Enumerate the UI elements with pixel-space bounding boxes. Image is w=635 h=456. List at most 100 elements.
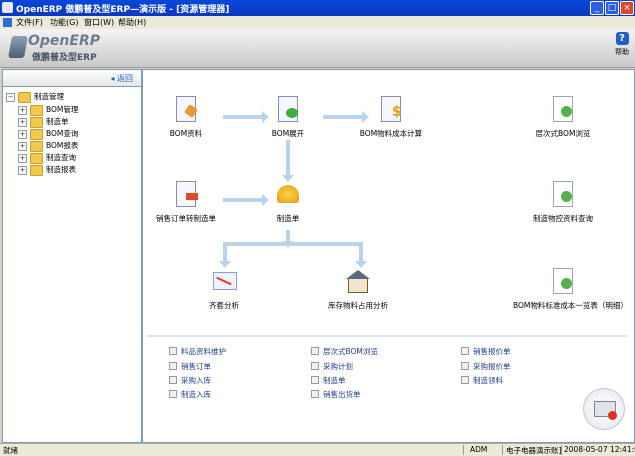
link-bullet-icon xyxy=(169,390,177,398)
flow-node-label: BOM物料标准成本一览表（明细） xyxy=(513,301,628,310)
quick-link[interactable]: 销售订单 xyxy=(169,361,211,372)
expand-toggle[interactable]: + xyxy=(18,166,27,175)
menu-file[interactable]: 文件(F) xyxy=(16,17,43,28)
expand-toggle[interactable]: + xyxy=(18,142,27,151)
title-bar: OpenERP 傲鹏普及型ERP—演示版 - [资源管理器] _ □ × xyxy=(0,0,635,16)
divider xyxy=(147,335,627,337)
notification-badge-icon xyxy=(608,411,617,420)
flow-node-mo[interactable]: 制造单 xyxy=(238,181,338,224)
tree-item-label: BOM查询 xyxy=(46,129,79,138)
status-datetime: 2008-05-07 12:41:04 xyxy=(564,445,635,454)
folder-icon xyxy=(30,117,43,128)
menu-bar: 文件(F) 功能(G) 窗口(W) 帮助(H) xyxy=(0,16,635,29)
app-header: OpenERP 傲鹏普及型ERP ? 帮助 xyxy=(0,29,635,68)
quick-link[interactable]: 销售出货单 xyxy=(311,389,361,400)
quick-link[interactable]: 采购报价单 xyxy=(461,361,511,372)
roof-icon xyxy=(346,270,370,279)
flow-node-label: BOM资料 xyxy=(169,129,203,138)
tree-item-label: BOM管理 xyxy=(46,105,79,114)
logo-text: OpenERP xyxy=(28,33,100,49)
link-bullet-icon xyxy=(311,347,319,355)
collapse-toggle[interactable]: − xyxy=(6,93,15,102)
flow-node-label: 销售订单转制造单 xyxy=(156,214,216,223)
quick-link[interactable]: 层次式BOM浏览 xyxy=(311,346,378,357)
flow-panel: BOM资料 BOM展开 $ BOM物料成本计算 层次式BOM浏览 销售订单转制造… xyxy=(142,69,635,443)
quick-link-label: 制造单 xyxy=(323,376,346,385)
flow-node-label: BOM物料成本计算 xyxy=(359,129,423,138)
link-bullet-icon xyxy=(169,347,177,355)
flow-node-bom-cost[interactable]: $ BOM物料成本计算 xyxy=(341,96,441,139)
quick-link[interactable]: 制造入库 xyxy=(169,389,211,400)
red-arrow-icon xyxy=(186,193,198,200)
expand-toggle[interactable]: + xyxy=(18,106,27,115)
quick-link-label: 制造领料 xyxy=(473,376,503,385)
help-icon: ? xyxy=(615,32,629,45)
back-label: 返回 xyxy=(117,74,133,83)
flow-node-bom-expand[interactable]: BOM展开 xyxy=(238,96,338,139)
magnifier-icon xyxy=(561,278,572,289)
flow-node-label: BOM展开 xyxy=(271,129,305,138)
quick-link[interactable]: 制造单 xyxy=(311,375,346,386)
menu-window[interactable]: 窗口(W) xyxy=(84,17,114,28)
folder-icon xyxy=(30,105,43,116)
green-arrow-icon xyxy=(286,108,298,118)
back-link[interactable]: ◂ 返回 xyxy=(110,73,133,84)
quick-link-label: 销售出货单 xyxy=(323,390,361,399)
folder-icon xyxy=(30,165,43,176)
flow-arrow xyxy=(282,140,294,182)
folder-open-icon xyxy=(18,92,31,103)
flow-node-bom-level-view[interactable]: 层次式BOM浏览 xyxy=(513,96,613,139)
quick-link-label: 销售订单 xyxy=(181,362,211,371)
close-button[interactable]: × xyxy=(620,1,634,15)
quick-link[interactable]: 销售报价单 xyxy=(461,346,511,357)
quick-link[interactable]: 制造领料 xyxy=(461,375,503,386)
link-bullet-icon xyxy=(169,376,177,384)
status-company: 电子电器演示账] xyxy=(506,446,562,455)
status-bar: 就绪 ADM 电子电器演示账] 2008-05-07 12:41:04 xyxy=(0,443,635,456)
flow-node-kit-analysis[interactable]: 齐套分析 xyxy=(174,268,274,311)
logo: OpenERP 傲鹏普及型ERP xyxy=(8,33,120,63)
folder-icon xyxy=(30,141,43,152)
message-button[interactable] xyxy=(583,388,625,430)
tree-item-label: 制造单 xyxy=(46,117,69,126)
menu-help[interactable]: 帮助(H) xyxy=(118,17,146,28)
quick-link-label: 采购计划 xyxy=(323,362,353,371)
help-label: 帮助 xyxy=(615,48,629,56)
quick-link[interactable]: 采购计划 xyxy=(311,361,353,372)
sidebar: ◂ 返回 − 制造管理 + BOM管理 + 制造单 + BOM查询 + BOM报… xyxy=(2,69,142,443)
flow-node-order-to-mo[interactable]: 销售订单转制造单 xyxy=(136,181,236,224)
link-bullet-icon xyxy=(461,376,469,384)
expand-toggle[interactable]: + xyxy=(18,118,27,127)
hard-hat-icon xyxy=(277,185,299,203)
windows-icon xyxy=(3,18,12,27)
quick-link[interactable]: 料品资料维护 xyxy=(169,346,226,357)
tree-root-label: 制造管理 xyxy=(34,92,64,101)
quick-link-label: 层次式BOM浏览 xyxy=(323,347,378,356)
flow-node-label: 齐套分析 xyxy=(209,301,239,310)
status-user: ADM xyxy=(470,445,488,454)
quick-link[interactable]: 采购入库 xyxy=(169,375,211,386)
link-bullet-icon xyxy=(311,390,319,398)
tree-item-label: 制造报表 xyxy=(46,165,76,174)
magnifier-icon xyxy=(561,106,572,117)
flow-node-stock-occupy[interactable]: 库存物料占用分析 xyxy=(308,268,408,311)
flow-node-mo-material-query[interactable]: 制造物控资料查询 xyxy=(513,181,613,224)
quick-link-label: 采购入库 xyxy=(181,376,211,385)
flow-node-label: 库存物料占用分析 xyxy=(328,301,388,310)
help-button[interactable]: ? 帮助 xyxy=(612,32,632,64)
link-bullet-icon xyxy=(311,362,319,370)
flow-node-bom-data[interactable]: BOM资料 xyxy=(136,96,236,139)
minimize-button[interactable]: _ xyxy=(590,1,604,15)
flow-node-bom-std-cost[interactable]: BOM物料标准成本一览表（明细） xyxy=(513,268,628,311)
expand-toggle[interactable]: + xyxy=(18,130,27,139)
quick-link-label: 销售报价单 xyxy=(473,347,511,356)
link-bullet-icon xyxy=(461,347,469,355)
logo-subtitle: 傲鹏普及型ERP xyxy=(32,53,97,63)
status-divider xyxy=(502,445,503,455)
menu-function[interactable]: 功能(G) xyxy=(50,17,78,28)
folder-icon xyxy=(30,129,43,140)
expand-toggle[interactable]: + xyxy=(18,154,27,163)
status-divider xyxy=(561,445,562,455)
maximize-button[interactable]: □ xyxy=(605,1,619,15)
quick-link-label: 料品资料维护 xyxy=(181,347,226,356)
